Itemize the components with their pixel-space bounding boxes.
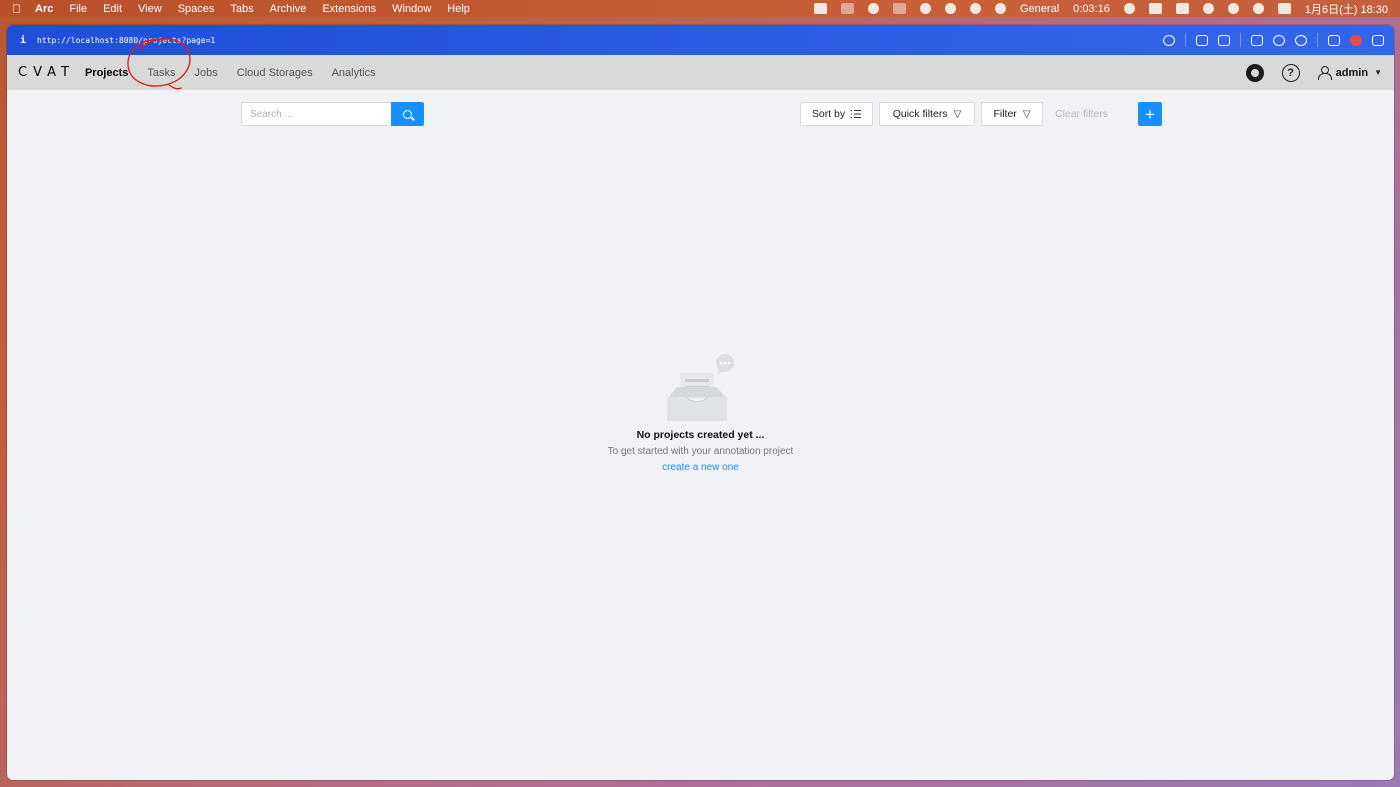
filter-button[interactable]: Filter ▽: [981, 102, 1043, 126]
menu-extensions[interactable]: Extensions: [322, 3, 376, 15]
extension-badge-icon[interactable]: [1350, 34, 1362, 46]
empty-inbox-icon: [666, 354, 734, 421]
shield-icon[interactable]: [945, 3, 956, 14]
battery-icon[interactable]: [1175, 3, 1189, 14]
bell-icon[interactable]: [1123, 3, 1135, 14]
grid-icon[interactable]: [893, 3, 906, 14]
menu-edit[interactable]: Edit: [103, 3, 122, 15]
nav-analytics[interactable]: Analytics: [332, 65, 376, 81]
play-icon[interactable]: [1202, 3, 1214, 14]
empty-state-subtitle: To get started with your annotation proj…: [607, 446, 794, 457]
status-label[interactable]: General: [1020, 3, 1059, 15]
projects-toolbar: Sort by Quick filters ▽ Filter ▽ Clear f…: [7, 102, 1394, 126]
menu-bar-status: General 0:03:16 1月6日(土) 18:30: [814, 1, 1400, 17]
url-bar-divider: [1240, 33, 1241, 47]
dropbox-icon[interactable]: [814, 3, 827, 14]
menu-app-name[interactable]: Arc: [35, 3, 53, 15]
gear-icon[interactable]: [970, 3, 981, 14]
copy-link-icon[interactable]: [1163, 34, 1175, 46]
funnel-icon: ▽: [953, 108, 962, 120]
create-new-project-link[interactable]: create a new one: [662, 462, 739, 473]
menu-tabs[interactable]: Tabs: [230, 3, 253, 15]
empty-state-title: No projects created yet ...: [636, 429, 765, 441]
cloud-icon[interactable]: [841, 3, 854, 14]
quick-filters-label: Quick filters: [892, 108, 948, 120]
github-icon[interactable]: [1245, 63, 1264, 82]
username: admin: [1335, 66, 1369, 79]
search-button[interactable]: [391, 102, 424, 126]
help-icon[interactable]: ?: [1281, 63, 1300, 82]
user-icon: [1317, 66, 1332, 80]
url-bar-divider: [1185, 33, 1186, 47]
sort-by-button[interactable]: Sort by: [800, 102, 873, 126]
menu-clock[interactable]: 1月6日(土) 18:30: [1305, 1, 1388, 17]
timer-text[interactable]: 0:03:16: [1073, 3, 1110, 15]
nav-cloud-storages[interactable]: Cloud Storages: [237, 65, 313, 81]
user-menu[interactable]: admin ▼: [1317, 66, 1382, 80]
add-project-button[interactable]: +: [1138, 102, 1162, 126]
nav-jobs[interactable]: Jobs: [195, 65, 218, 81]
input-method-icon[interactable]: [1148, 3, 1162, 14]
globe-icon[interactable]: [1273, 34, 1285, 46]
focus-icon[interactable]: [995, 3, 1006, 14]
sidebar-toggle-icon[interactable]: [1372, 34, 1384, 46]
search-input[interactable]: [241, 102, 391, 126]
url-text[interactable]: http://localhost:8080/projects?page=1: [37, 36, 215, 45]
menu-window[interactable]: Window: [392, 3, 431, 15]
extensions-icon[interactable]: [1328, 34, 1340, 46]
quick-filters-button[interactable]: Quick filters ▽: [879, 102, 975, 126]
crosshair-icon[interactable]: [1295, 34, 1307, 46]
header-right: ? admin ▼: [1245, 63, 1394, 82]
site-info-icon[interactable]: i: [20, 35, 26, 46]
search-box: [241, 102, 424, 126]
sort-by-label: Sort by: [811, 108, 846, 120]
menu-help[interactable]: Help: [447, 3, 470, 15]
cvat-logo[interactable]: CVAT: [18, 65, 75, 80]
nav-projects[interactable]: Projects: [85, 65, 128, 81]
filter-label: Filter: [993, 108, 1017, 120]
menu-file[interactable]: File: [69, 3, 87, 15]
menu-spaces[interactable]: Spaces: [178, 3, 215, 15]
macos-menu-bar:  Arc File Edit View Spaces Tabs Archive…: [0, 0, 1400, 17]
terminal-icon[interactable]: [1251, 34, 1263, 46]
wifi-icon[interactable]: [1227, 3, 1239, 14]
menu-bar-left:  Arc File Edit View Spaces Tabs Archive…: [0, 2, 486, 16]
empty-state: No projects created yet ... To get start…: [7, 353, 1394, 473]
main-nav: Projects Tasks Jobs Cloud Storages Analy…: [85, 65, 395, 81]
url-bar-divider: [1317, 33, 1318, 47]
menu-view[interactable]: View: [138, 3, 162, 15]
browser-window: i http://localhost:8080/projects?page=1 …: [7, 25, 1394, 780]
cvat-header: CVAT Projects Tasks Jobs Cloud Storages …: [7, 55, 1394, 90]
funnel-icon: ▽: [1022, 108, 1031, 120]
search-icon: [403, 109, 412, 119]
apple-icon[interactable]: : [12, 2, 21, 16]
control-center-icon[interactable]: [1277, 3, 1291, 14]
hand-icon[interactable]: [920, 3, 931, 14]
spotlight-search-icon[interactable]: [1252, 3, 1264, 14]
caret-down-icon: ▼: [1374, 68, 1382, 77]
url-bar: i http://localhost:8080/projects?page=1: [7, 25, 1394, 55]
menu-archive[interactable]: Archive: [270, 3, 307, 15]
clear-filters-button[interactable]: Clear filters: [1055, 102, 1108, 126]
capture-icon[interactable]: [1196, 34, 1208, 46]
nav-tasks[interactable]: Tasks: [147, 65, 175, 81]
url-bar-tools: [1163, 33, 1394, 47]
camera-icon[interactable]: [1218, 34, 1230, 46]
sync-icon[interactable]: [868, 3, 879, 14]
list-icon: [851, 110, 862, 118]
